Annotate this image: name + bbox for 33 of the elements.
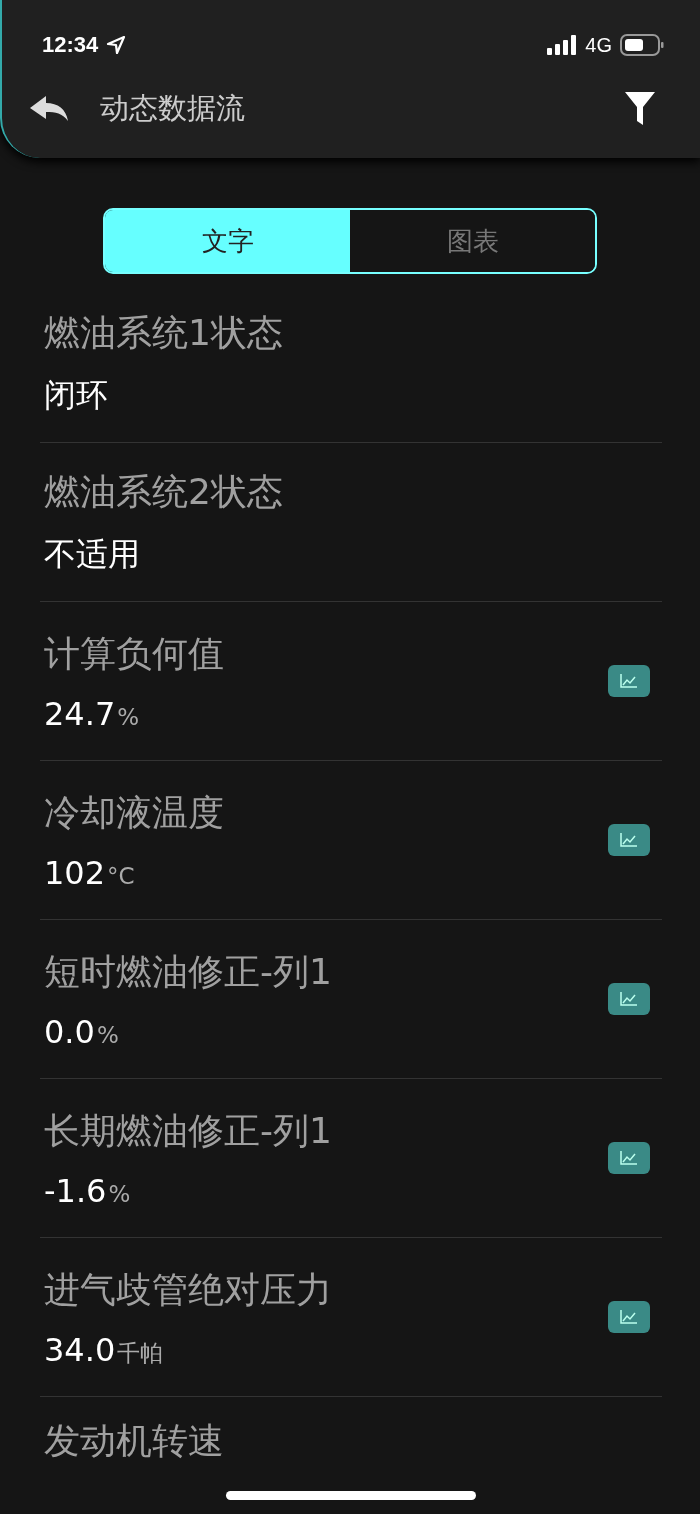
parameter-name: 进气歧管绝对压力 — [44, 1267, 333, 1312]
parameter-name: 冷却液温度 — [44, 790, 225, 835]
parameter-value: 34.0千帕 — [44, 1330, 165, 1369]
view-tab[interactable]: 文字 — [105, 210, 350, 272]
parameter-name: 计算负何值 — [44, 631, 225, 676]
chart-button[interactable] — [608, 824, 650, 856]
line-chart-icon — [620, 1310, 638, 1324]
line-chart-icon — [620, 992, 638, 1006]
parameter-name: 燃油系统1状态 — [44, 310, 284, 355]
location-arrow-icon — [106, 35, 127, 55]
filter-icon[interactable] — [624, 91, 656, 127]
line-chart-icon — [620, 833, 638, 847]
chart-button[interactable] — [608, 665, 650, 697]
parameter-value: 闭环 — [44, 374, 109, 416]
battery-icon — [620, 34, 664, 56]
network-type: 4G — [585, 33, 612, 57]
chart-button[interactable] — [608, 983, 650, 1015]
parameter-value: 不适用 — [44, 533, 141, 575]
parameter-name: 长期燃油修正-列1 — [44, 1108, 333, 1153]
chart-button[interactable] — [608, 1301, 650, 1333]
parameter-name: 燃油系统2状态 — [44, 469, 284, 514]
chart-button[interactable] — [608, 1142, 650, 1174]
status-time: 12:34 — [42, 32, 99, 58]
signal-icon — [547, 35, 578, 55]
parameter-name: 短时燃油修正-列1 — [44, 949, 333, 994]
parameter-value: 102°C — [44, 853, 136, 892]
parameter-name: 发动机转速 — [44, 1419, 225, 1463]
parameter-value: -1.6% — [44, 1171, 132, 1210]
parameter-value: 0.0% — [44, 1012, 120, 1051]
page-title: 动态数据流 — [100, 90, 245, 127]
line-chart-icon — [620, 674, 638, 688]
line-chart-icon — [620, 1151, 638, 1165]
parameter-value: 24.7% — [44, 694, 141, 733]
